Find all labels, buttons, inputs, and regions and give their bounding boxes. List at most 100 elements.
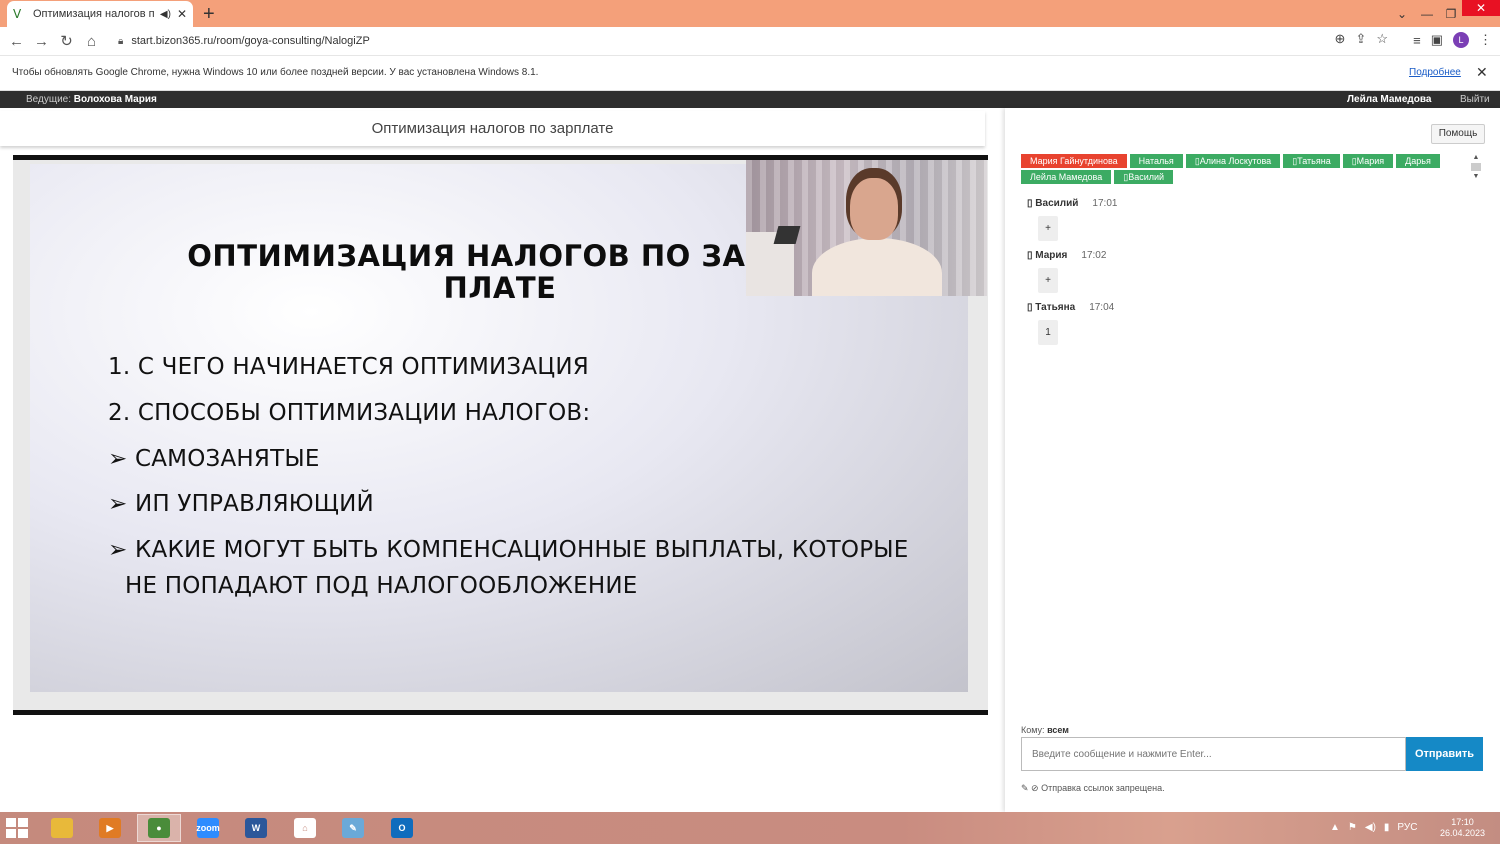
slide-item: ➢ ИП УПРАВЛЯЮЩИЙ bbox=[108, 491, 374, 517]
taskbar-app-media-player[interactable]: ▶ bbox=[88, 814, 132, 842]
participant-tag[interactable]: ▯Алина Лоскутова bbox=[1185, 154, 1281, 168]
exit-link[interactable]: Выйти bbox=[1460, 94, 1490, 105]
host-info: Ведущие: Волохова Мария bbox=[26, 94, 157, 105]
presenter-head bbox=[850, 178, 898, 240]
taskbar-app-outlook[interactable]: O bbox=[380, 814, 424, 842]
recipient-label-text: Кому: bbox=[1021, 725, 1045, 735]
home-icon: ⌂ bbox=[294, 818, 316, 838]
share-icon[interactable]: ⇪ bbox=[1355, 31, 1366, 47]
send-button[interactable]: Отправить bbox=[1406, 737, 1483, 771]
participant-scrollbar[interactable]: ▲ ▼ bbox=[1471, 154, 1481, 184]
host-label: Ведущие: bbox=[26, 94, 71, 105]
chat-message: ▯ Татьяна 17:04 bbox=[1027, 302, 1114, 313]
scroll-up-icon[interactable]: ▲ bbox=[1471, 154, 1481, 161]
window-minimize-button[interactable]: — bbox=[1416, 0, 1438, 27]
close-icon[interactable]: ✕ bbox=[1476, 64, 1488, 81]
reading-list-icon[interactable]: ≡ bbox=[1413, 33, 1421, 48]
taskbar-app-zoom[interactable]: zoom bbox=[186, 814, 230, 842]
chat-message-time: 17:04 bbox=[1089, 302, 1115, 313]
browser-toolbar: ← → ↻ ⌂ 🔒︎ start.bizon365.ru/room/goya-c… bbox=[0, 27, 1500, 56]
reload-icon[interactable]: ↻ bbox=[54, 32, 79, 50]
tab-title: Оптимизация налогов по зарплате bbox=[33, 8, 154, 20]
tab-search-chevron-icon[interactable]: ⌄ bbox=[1390, 0, 1414, 27]
participant-tag[interactable]: Мария Гайнутдинова bbox=[1021, 154, 1127, 168]
links-forbidden-note: ✎ ⊘ Отправка ссылок запрещена. bbox=[1021, 783, 1165, 793]
scroll-thumb[interactable] bbox=[1471, 163, 1481, 171]
side-panel-icon[interactable]: ▣ bbox=[1431, 32, 1443, 48]
room-header-bar: Ведущие: Волохова Мария Лейла Мамедова В… bbox=[0, 91, 1500, 108]
slide-item: ➢ САМОЗАНЯТЫЕ bbox=[108, 446, 320, 472]
slide-item: НЕ ПОПАДАЮТ ПОД НАЛОГООБЛОЖЕНИЕ bbox=[125, 573, 638, 599]
system-clock[interactable]: 17:10 26.04.2023 bbox=[1440, 817, 1485, 839]
slide-item: ➢ КАКИЕ МОГУТ БЫТЬ КОМПЕНСАЦИОННЫЕ ВЫПЛА… bbox=[108, 537, 909, 563]
profile-avatar[interactable]: L bbox=[1453, 32, 1469, 48]
action-center-flag-icon[interactable]: ⚑ bbox=[1348, 822, 1357, 833]
taskbar-app-home[interactable]: ⌂ bbox=[283, 814, 327, 842]
home-icon[interactable]: ⌂ bbox=[79, 33, 104, 50]
participant-tag[interactable]: ▯Татьяна bbox=[1283, 154, 1340, 168]
help-button[interactable]: Помощь bbox=[1431, 124, 1485, 144]
browser-tab-active[interactable]: ᐯ Оптимизация налогов по зарплате ◀) ✕ bbox=[7, 1, 193, 27]
window-restore-button[interactable]: ❐ bbox=[1440, 0, 1462, 27]
update-info-bar: Чтобы обновлять Google Chrome, нужна Win… bbox=[0, 56, 1500, 91]
recipient-value[interactable]: всем bbox=[1047, 725, 1069, 735]
clock-date: 26.04.2023 bbox=[1440, 828, 1486, 838]
info-message: Чтобы обновлять Google Chrome, нужна Win… bbox=[12, 67, 539, 78]
participant-list: Мария Гайнутдинова Наталья ▯Алина Лоскутов… bbox=[1021, 154, 1471, 184]
chat-message-author: ▯ Мария bbox=[1027, 250, 1068, 261]
outlook-icon: O bbox=[391, 818, 413, 838]
close-tab-icon[interactable]: ✕ bbox=[177, 7, 187, 21]
address-bar[interactable]: 🔒︎ start.bizon365.ru/room/goya-consultin… bbox=[106, 29, 1396, 53]
back-arrow-icon[interactable]: ← bbox=[4, 33, 29, 50]
taskbar-app-explorer[interactable] bbox=[40, 814, 84, 842]
participant-tag[interactable]: Дарья bbox=[1396, 154, 1440, 168]
zoom-icon: zoom bbox=[196, 818, 220, 838]
audio-playing-icon[interactable]: ◀) bbox=[160, 9, 171, 20]
menu-kebab-icon[interactable]: ⋮ bbox=[1479, 32, 1492, 48]
room-title: Оптимизация налогов по зарплате bbox=[0, 111, 985, 146]
chat-message-author: ▯ Татьяна bbox=[1027, 302, 1076, 313]
url-text[interactable]: start.bizon365.ru/room/goya-consulting/N… bbox=[131, 35, 369, 47]
language-indicator[interactable]: РУС bbox=[1397, 822, 1417, 833]
chat-panel: Помощь Мария Гайнутдинова Наталья ▯Алина Л… bbox=[1005, 108, 1500, 812]
current-user-name: Лейла Мамедова bbox=[1347, 94, 1432, 105]
participant-tag[interactable]: Лейла Мамедова bbox=[1021, 170, 1112, 184]
volume-icon[interactable]: ◀) bbox=[1365, 822, 1376, 833]
participant-tag[interactable]: ▯Мария bbox=[1342, 154, 1394, 168]
media-player-icon: ▶ bbox=[99, 818, 121, 838]
system-tray: ▲ ⚑ ◀) ▮ РУС bbox=[1330, 822, 1417, 833]
participant-tag[interactable]: ▯Василий bbox=[1114, 170, 1174, 184]
chat-message-author: ▯ Василий bbox=[1027, 198, 1079, 209]
chat-message-text: 1 bbox=[1038, 320, 1058, 345]
scroll-down-icon[interactable]: ▼ bbox=[1471, 173, 1481, 180]
explorer-icon bbox=[51, 818, 73, 838]
windows-start-icon[interactable] bbox=[6, 818, 30, 838]
network-icon[interactable]: ▮ bbox=[1384, 822, 1390, 833]
slide-item: 2. СПОСОБЫ ОПТИМИЗАЦИИ НАЛОГОВ: bbox=[108, 400, 591, 426]
taskbar-app-word[interactable]: W bbox=[234, 814, 278, 842]
paint-icon: ✎ bbox=[342, 818, 364, 838]
window-close-button[interactable]: ✕ bbox=[1462, 0, 1500, 16]
taskbar-app-paint[interactable]: ✎ bbox=[331, 814, 375, 842]
zoom-icon[interactable]: ⊕ bbox=[1335, 31, 1346, 47]
tray-expand-icon[interactable]: ▲ bbox=[1330, 822, 1340, 833]
clock-time: 17:10 bbox=[1451, 817, 1474, 827]
slide-item: 1. С ЧЕГО НАЧИНАЕТСЯ ОПТИМИЗАЦИЯ bbox=[108, 354, 589, 380]
forward-arrow-icon[interactable]: → bbox=[29, 33, 54, 50]
chat-message-text: + bbox=[1038, 216, 1058, 241]
recipient-label[interactable]: Кому: всем bbox=[1021, 725, 1069, 735]
taskbar-app-chrome[interactable]: ● bbox=[137, 814, 181, 842]
participant-tag[interactable]: Наталья bbox=[1129, 154, 1183, 168]
chat-message: ▯ Василий 17:01 bbox=[1027, 198, 1117, 209]
bookmark-star-icon[interactable]: ☆ bbox=[1376, 31, 1388, 47]
browser-tab-strip: ᐯ Оптимизация налогов по зарплате ◀) ✕ +… bbox=[0, 0, 1500, 27]
chrome-icon: ● bbox=[148, 818, 170, 838]
presenter-webcam-video[interactable] bbox=[746, 160, 987, 296]
chat-message-text: + bbox=[1038, 268, 1058, 293]
chat-message: ▯ Мария 17:02 bbox=[1027, 250, 1106, 261]
new-tab-button[interactable]: + bbox=[203, 3, 215, 26]
lock-icon[interactable]: 🔒︎ bbox=[118, 36, 123, 47]
chat-message-input[interactable] bbox=[1021, 737, 1406, 771]
word-icon: W bbox=[245, 818, 267, 838]
info-more-link[interactable]: Подробнее bbox=[1409, 67, 1461, 78]
